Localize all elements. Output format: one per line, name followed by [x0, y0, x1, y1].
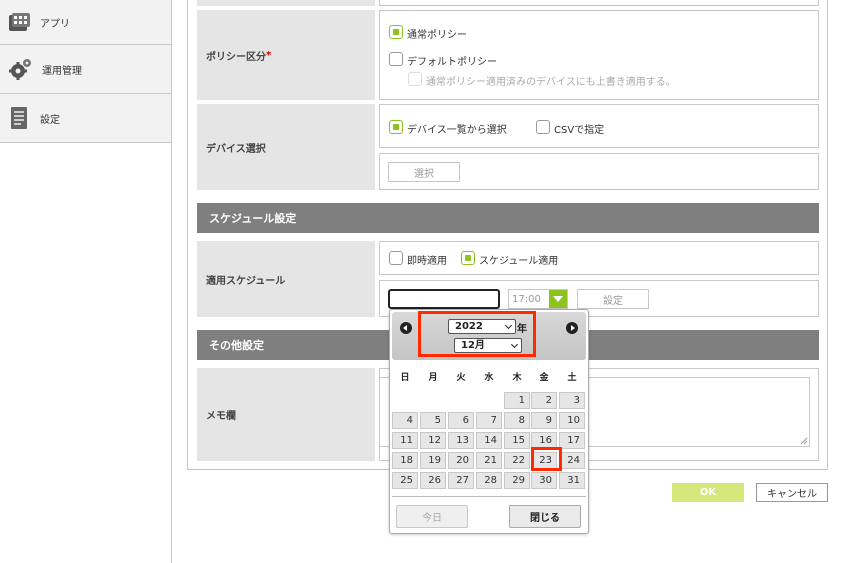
- calendar-day[interactable]: 14: [476, 432, 502, 449]
- year-month-highlight: [418, 311, 536, 357]
- device-select-label: デバイス選択: [197, 104, 375, 190]
- calendar-day[interactable]: 20: [448, 452, 474, 469]
- calendar-day[interactable]: 7: [476, 412, 502, 429]
- calendar-day[interactable]: 26: [420, 472, 446, 489]
- cancel-button[interactable]: キャンセル: [756, 483, 828, 502]
- calendar-day[interactable]: 2: [531, 392, 557, 409]
- next-month-icon[interactable]: [566, 322, 578, 334]
- calendar-day[interactable]: 3: [559, 392, 585, 409]
- time-select[interactable]: 17:00: [508, 289, 568, 309]
- calendar-day[interactable]: 1: [504, 392, 530, 409]
- chevron-down-icon[interactable]: [549, 290, 567, 308]
- select-button[interactable]: 選択: [388, 162, 460, 182]
- calendar-day[interactable]: 5: [420, 412, 446, 429]
- apps-icon: [8, 11, 30, 33]
- sidebar-item-operations[interactable]: 運用管理: [0, 45, 171, 94]
- calendar-day[interactable]: 13: [448, 432, 474, 449]
- weekday-label: 木: [512, 373, 522, 383]
- sidebar-item-label: 運用管理: [42, 65, 82, 77]
- calendar-day[interactable]: 10: [559, 412, 585, 429]
- apply-scheduled-label: スケジュール適用: [479, 256, 559, 267]
- resize-handle-icon[interactable]: [800, 437, 808, 445]
- calendar-day[interactable]: 28: [476, 472, 502, 489]
- device-from-list-label: デバイス一覧から選択: [407, 125, 507, 136]
- policy-overwrite-checkbox[interactable]: [408, 72, 422, 86]
- memo-label: メモ欄: [197, 368, 375, 461]
- previous-row-label: [197, 0, 375, 6]
- apply-schedule-label: 適用スケジュール: [197, 241, 375, 317]
- weekday-label: 月: [428, 373, 438, 383]
- calendar-day[interactable]: 17: [559, 432, 585, 449]
- time-value: 17:00: [512, 294, 541, 305]
- date-input[interactable]: [388, 289, 500, 309]
- calendar-day[interactable]: 4: [392, 412, 418, 429]
- calendar-day[interactable]: 6: [448, 412, 474, 429]
- calendar-day[interactable]: 24: [559, 452, 585, 469]
- required-mark: *: [266, 49, 272, 61]
- policy-type-label: ポリシー区分 *: [197, 10, 375, 100]
- calendar-day[interactable]: 25: [392, 472, 418, 489]
- previous-row-field: [379, 0, 819, 6]
- calendar-day[interactable]: 9: [531, 412, 557, 429]
- calendar-day[interactable]: 19: [420, 452, 446, 469]
- selected-day-highlight: [531, 447, 562, 471]
- policy-default-radio[interactable]: [389, 52, 403, 66]
- calendar-day[interactable]: 15: [504, 432, 530, 449]
- weekday-label: 火: [456, 373, 466, 383]
- gear-icon: [8, 57, 32, 81]
- weekday-label: 水: [484, 373, 494, 383]
- calendar-day[interactable]: 18: [392, 452, 418, 469]
- sidebar-item-label: アプリ: [40, 18, 70, 30]
- today-button[interactable]: 今日: [396, 505, 468, 528]
- schedule-section-header: スケジュール設定: [197, 203, 819, 233]
- calendar-day[interactable]: 27: [448, 472, 474, 489]
- sidebar-item-label: 設定: [40, 114, 60, 126]
- apply-scheduled-radio[interactable]: [461, 251, 475, 265]
- device-csv-label: CSVで指定: [554, 125, 605, 136]
- calendar-day[interactable]: 29: [504, 472, 530, 489]
- set-time-button[interactable]: 設定: [577, 289, 649, 309]
- weekday-label: 日: [400, 373, 410, 383]
- policy-normal-radio[interactable]: [389, 25, 403, 39]
- sidebar-item-apps[interactable]: アプリ: [0, 0, 171, 45]
- ok-button[interactable]: OK: [672, 483, 744, 502]
- policy-normal-label: 通常ポリシー: [407, 30, 467, 41]
- policy-default-label: デフォルトポリシー: [407, 57, 497, 68]
- calendar-day[interactable]: 30: [531, 472, 557, 489]
- weekday-label: 土: [567, 373, 577, 383]
- calendar-day[interactable]: 31: [559, 472, 585, 489]
- apply-immediate-radio[interactable]: [389, 251, 403, 265]
- policy-overwrite-label: 通常ポリシー適用済みのデバイスにも上書き適用する。: [426, 77, 676, 88]
- sidebar: アプリ 運用管理 設定: [0, 0, 172, 563]
- device-csv-radio[interactable]: [536, 120, 550, 134]
- calendar-day[interactable]: 12: [420, 432, 446, 449]
- document-icon: [8, 106, 30, 130]
- calendar-day[interactable]: 11: [392, 432, 418, 449]
- datepicker-divider: [392, 496, 586, 497]
- calendar-day[interactable]: 8: [504, 412, 530, 429]
- close-button[interactable]: 閉じる: [509, 505, 581, 528]
- calendar-day[interactable]: 21: [476, 452, 502, 469]
- prev-month-icon[interactable]: [400, 322, 412, 334]
- apply-immediate-label: 即時適用: [407, 256, 447, 267]
- device-from-list-radio[interactable]: [389, 120, 403, 134]
- sidebar-item-settings[interactable]: 設定: [0, 94, 171, 143]
- weekday-label: 金: [539, 373, 549, 383]
- calendar-day[interactable]: 22: [504, 452, 530, 469]
